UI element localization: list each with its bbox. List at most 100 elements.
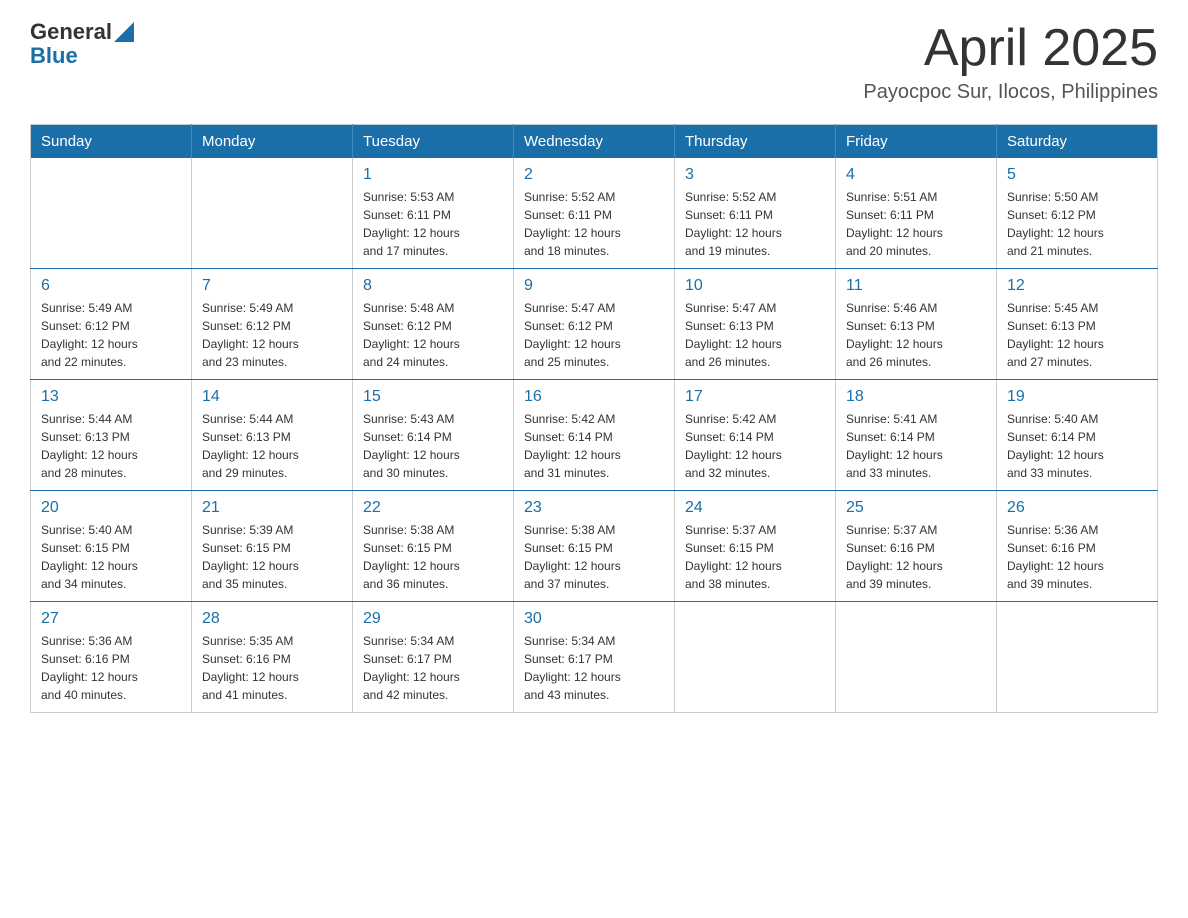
day-info: Sunrise: 5:42 AM Sunset: 6:14 PM Dayligh… — [685, 410, 825, 482]
day-info: Sunrise: 5:47 AM Sunset: 6:12 PM Dayligh… — [524, 299, 664, 371]
calendar-cell: 19Sunrise: 5:40 AM Sunset: 6:14 PM Dayli… — [997, 380, 1158, 491]
day-number: 20 — [41, 499, 181, 517]
day-number: 1 — [363, 166, 503, 184]
calendar-cell: 15 Sunrise: 5:43 AM Sunset: 6:14 PM Dayli… — [353, 380, 514, 491]
calendar-cell: 2 Sunrise: 5:52 AM Sunset: 6:11 PM Daylig… — [514, 158, 675, 269]
day-info: Sunrise: 5:52 AM Sunset: 6:11 PM Dayligh… — [524, 188, 664, 260]
day-number: 17 — [685, 388, 825, 406]
calendar-cell: 11 Sunrise: 5:46 AM Sunset: 6:13 PM Dayli… — [836, 269, 997, 380]
calendar-cell — [997, 602, 1158, 713]
day-number: 5 — [1007, 166, 1147, 184]
logo-general: General — [30, 20, 112, 44]
day-number: 27 — [41, 610, 181, 628]
calendar-cell: 18 Sunrise: 5:41 AM Sunset: 6:14 PM Dayli… — [836, 380, 997, 491]
day-number: 13 — [41, 388, 181, 406]
day-of-week-header: Thursday — [675, 125, 836, 159]
calendar-cell: 13 Sunrise: 5:44 AM Sunset: 6:13 PM Dayli… — [31, 380, 192, 491]
calendar-cell: 9 Sunrise: 5:47 AM Sunset: 6:12 PM Daylig… — [514, 269, 675, 380]
calendar-cell: 8 Sunrise: 5:48 AM Sunset: 6:12 PM Daylig… — [353, 269, 514, 380]
day-number: 23 — [524, 499, 664, 517]
location-title: Payocpoc Sur, Ilocos, Philippines — [863, 81, 1158, 104]
calendar-cell: 7 Sunrise: 5:49 AM Sunset: 6:12 PM Daylig… — [192, 269, 353, 380]
day-number: 10 — [685, 277, 825, 295]
day-of-week-header: Tuesday — [353, 125, 514, 159]
day-number: 7 — [202, 277, 342, 295]
calendar-cell: 14 Sunrise: 5:44 AM Sunset: 6:13 PM Dayli… — [192, 380, 353, 491]
calendar-cell: 17 Sunrise: 5:42 AM Sunset: 6:14 PM Dayli… — [675, 380, 836, 491]
day-info: Sunrise: 5:41 AM Sunset: 6:14 PM Dayligh… — [846, 410, 986, 482]
calendar-cell: 10 Sunrise: 5:47 AM Sunset: 6:13 PM Dayli… — [675, 269, 836, 380]
calendar-week-row: 13 Sunrise: 5:44 AM Sunset: 6:13 PM Dayli… — [31, 380, 1158, 491]
calendar-week-row: 6 Sunrise: 5:49 AM Sunset: 6:12 PM Daylig… — [31, 269, 1158, 380]
day-number: 11 — [846, 277, 986, 295]
day-number: 26 — [1007, 499, 1147, 517]
day-info: Sunrise: 5:49 AM Sunset: 6:12 PM Dayligh… — [202, 299, 342, 371]
calendar-cell: 26 Sunrise: 5:36 AM Sunset: 6:16 PM Dayli… — [997, 491, 1158, 602]
logo-blue: Blue — [30, 44, 134, 68]
day-number: 30 — [524, 610, 664, 628]
day-number: 12 — [1007, 277, 1147, 295]
calendar-cell: 28Sunrise: 5:35 AM Sunset: 6:16 PM Dayli… — [192, 602, 353, 713]
day-of-week-header: Sunday — [31, 125, 192, 159]
day-info: Sunrise: 5:48 AM Sunset: 6:12 PM Dayligh… — [363, 299, 503, 371]
day-number: 16 — [524, 388, 664, 406]
calendar-cell: 24 Sunrise: 5:37 AM Sunset: 6:15 PM Dayli… — [675, 491, 836, 602]
calendar-cell: 30 Sunrise: 5:34 AM Sunset: 6:17 PM Dayli… — [514, 602, 675, 713]
day-info: Sunrise: 5:40 AM Sunset: 6:15 PM Dayligh… — [41, 521, 181, 593]
calendar-cell: 1Sunrise: 5:53 AM Sunset: 6:11 PM Daylig… — [353, 158, 514, 269]
day-of-week-header: Monday — [192, 125, 353, 159]
day-info: Sunrise: 5:39 AM Sunset: 6:15 PM Dayligh… — [202, 521, 342, 593]
logo-triangle-icon — [114, 22, 134, 42]
day-number: 24 — [685, 499, 825, 517]
day-number: 6 — [41, 277, 181, 295]
calendar-cell: 27 Sunrise: 5:36 AM Sunset: 6:16 PM Dayli… — [31, 602, 192, 713]
calendar-cell: 21 Sunrise: 5:39 AM Sunset: 6:15 PM Dayli… — [192, 491, 353, 602]
calendar-week-row: 1Sunrise: 5:53 AM Sunset: 6:11 PM Daylig… — [31, 158, 1158, 269]
day-info: Sunrise: 5:34 AM Sunset: 6:17 PM Dayligh… — [524, 632, 664, 704]
day-info: Sunrise: 5:36 AM Sunset: 6:16 PM Dayligh… — [1007, 521, 1147, 593]
day-of-week-header: Wednesday — [514, 125, 675, 159]
day-number: 29 — [363, 610, 503, 628]
day-of-week-header: Friday — [836, 125, 997, 159]
day-number: 18 — [846, 388, 986, 406]
calendar-table: SundayMondayTuesdayWednesdayThursdayFrid… — [30, 124, 1158, 713]
calendar-header-row: SundayMondayTuesdayWednesdayThursdayFrid… — [31, 125, 1158, 159]
calendar-cell: 3Sunrise: 5:52 AM Sunset: 6:11 PM Daylig… — [675, 158, 836, 269]
day-info: Sunrise: 5:36 AM Sunset: 6:16 PM Dayligh… — [41, 632, 181, 704]
day-info: Sunrise: 5:47 AM Sunset: 6:13 PM Dayligh… — [685, 299, 825, 371]
month-title: April 2025 — [863, 20, 1158, 77]
day-number: 21 — [202, 499, 342, 517]
day-number: 2 — [524, 166, 664, 184]
day-info: Sunrise: 5:44 AM Sunset: 6:13 PM Dayligh… — [202, 410, 342, 482]
day-info: Sunrise: 5:42 AM Sunset: 6:14 PM Dayligh… — [524, 410, 664, 482]
calendar-cell — [192, 158, 353, 269]
day-number: 9 — [524, 277, 664, 295]
day-number: 19 — [1007, 388, 1147, 406]
calendar-cell: 6Sunrise: 5:49 AM Sunset: 6:12 PM Daylig… — [31, 269, 192, 380]
calendar-cell: 22Sunrise: 5:38 AM Sunset: 6:15 PM Dayli… — [353, 491, 514, 602]
day-info: Sunrise: 5:37 AM Sunset: 6:16 PM Dayligh… — [846, 521, 986, 593]
day-info: Sunrise: 5:38 AM Sunset: 6:15 PM Dayligh… — [363, 521, 503, 593]
day-number: 8 — [363, 277, 503, 295]
day-of-week-header: Saturday — [997, 125, 1158, 159]
day-info: Sunrise: 5:44 AM Sunset: 6:13 PM Dayligh… — [41, 410, 181, 482]
day-number: 4 — [846, 166, 986, 184]
day-number: 15 — [363, 388, 503, 406]
day-number: 28 — [202, 610, 342, 628]
calendar-cell: 16 Sunrise: 5:42 AM Sunset: 6:14 PM Dayli… — [514, 380, 675, 491]
day-number: 14 — [202, 388, 342, 406]
calendar-cell: 23Sunrise: 5:38 AM Sunset: 6:15 PM Dayli… — [514, 491, 675, 602]
page-header: General Blue April 2025 Payocpoc Sur, Il… — [30, 20, 1158, 104]
day-info: Sunrise: 5:46 AM Sunset: 6:13 PM Dayligh… — [846, 299, 986, 371]
day-info: Sunrise: 5:34 AM Sunset: 6:17 PM Dayligh… — [363, 632, 503, 704]
calendar-week-row: 20 Sunrise: 5:40 AM Sunset: 6:15 PM Dayli… — [31, 491, 1158, 602]
day-info: Sunrise: 5:45 AM Sunset: 6:13 PM Dayligh… — [1007, 299, 1147, 371]
calendar-cell: 12 Sunrise: 5:45 AM Sunset: 6:13 PM Dayli… — [997, 269, 1158, 380]
calendar-cell: 29 Sunrise: 5:34 AM Sunset: 6:17 PM Dayli… — [353, 602, 514, 713]
day-info: Sunrise: 5:43 AM Sunset: 6:14 PM Dayligh… — [363, 410, 503, 482]
calendar-cell: 20 Sunrise: 5:40 AM Sunset: 6:15 PM Dayli… — [31, 491, 192, 602]
day-info: Sunrise: 5:37 AM Sunset: 6:15 PM Dayligh… — [685, 521, 825, 593]
logo: General Blue — [30, 20, 134, 68]
day-info: Sunrise: 5:52 AM Sunset: 6:11 PM Dayligh… — [685, 188, 825, 260]
calendar-week-row: 27 Sunrise: 5:36 AM Sunset: 6:16 PM Dayli… — [31, 602, 1158, 713]
